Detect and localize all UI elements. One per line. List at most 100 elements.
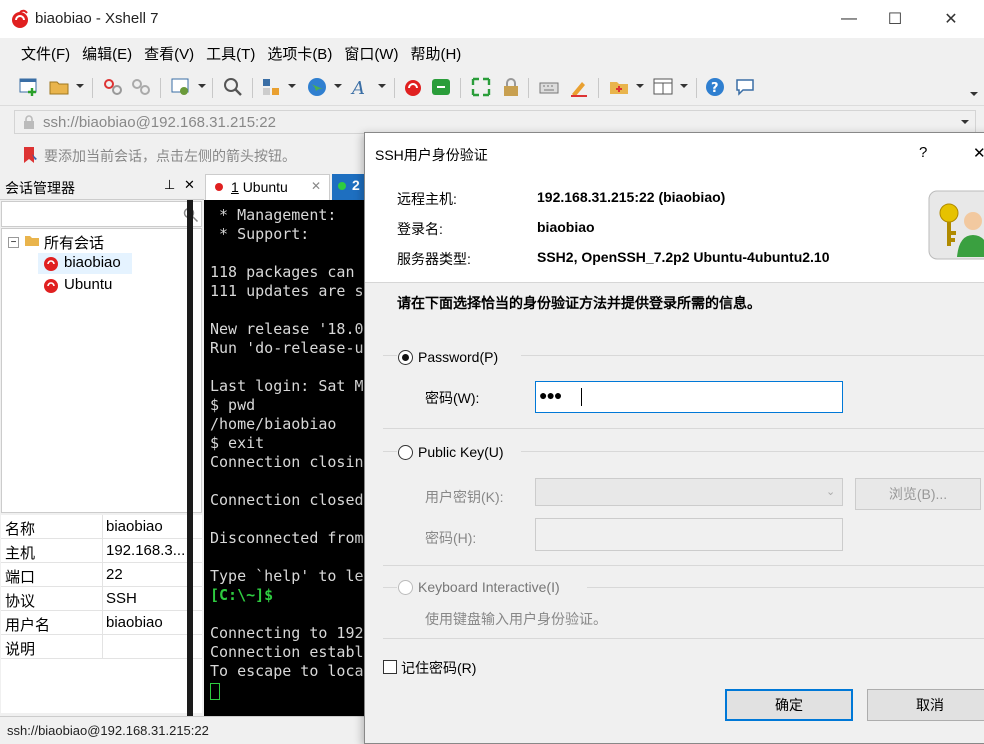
find-icon[interactable] <box>222 76 244 98</box>
terminal-line: Connection closed <box>210 491 364 509</box>
tab-ubuntu[interactable]: 1 Ubuntu ✕ <box>205 174 330 200</box>
tree-item-biaobiao[interactable]: biaobiao <box>64 254 121 271</box>
transfer-icon[interactable] <box>260 76 282 98</box>
tab-close-icon[interactable]: ✕ <box>311 179 321 193</box>
chevron-down-icon[interactable] <box>334 84 342 88</box>
chevron-down-icon[interactable] <box>636 84 644 88</box>
keyboard-interactive-option-label[interactable]: Keyboard Interactive(I) <box>418 579 560 595</box>
password-label: 密码(W): <box>425 390 480 406</box>
ok-button[interactable]: 确定 <box>725 689 853 721</box>
xshell-icon[interactable] <box>402 76 424 98</box>
menu-file[interactable]: 文件(F) <box>15 43 76 64</box>
terminal-cursor <box>210 683 220 700</box>
property-row: 用户名 biaobiao <box>1 611 202 635</box>
dialog-close-button[interactable]: ✕ <box>973 144 984 162</box>
remote-host-value: 192.168.31.215:22 (biaobiao) <box>537 189 726 205</box>
minimize-button[interactable]: — <box>826 0 872 38</box>
help-button[interactable]: ? <box>919 144 927 161</box>
property-row: 协议 SSH <box>1 587 202 611</box>
chevron-down-icon[interactable] <box>198 84 206 88</box>
passphrase-field[interactable] <box>535 518 843 551</box>
browse-button[interactable]: 浏览(B)... <box>855 478 981 510</box>
public-key-radio[interactable] <box>398 445 413 460</box>
user-key-select[interactable]: ⌄ <box>535 478 843 506</box>
keyboard-icon[interactable] <box>538 76 560 98</box>
new-session-icon[interactable] <box>18 76 40 98</box>
lock-icon <box>24 115 34 129</box>
chevron-down-icon[interactable] <box>680 84 688 88</box>
terminal-line: Last login: Sat M <box>210 377 364 395</box>
help-icon[interactable]: ? <box>704 76 726 98</box>
terminal-scrollbar[interactable] <box>187 200 193 716</box>
public-key-option-label[interactable]: Public Key(U) <box>418 444 504 460</box>
xshell-session-icon <box>44 279 58 293</box>
tab-label: 2 <box>352 177 360 193</box>
menu-help[interactable]: 帮助(H) <box>404 43 467 64</box>
reconnect-icon[interactable] <box>130 76 152 98</box>
server-type-value: SSH2, OpenSSH_7.2p2 Ubuntu-4ubuntu2.10 <box>537 249 830 265</box>
chevron-down-icon[interactable] <box>961 120 969 124</box>
layout-icon[interactable] <box>652 76 674 98</box>
compose-icon[interactable] <box>608 76 630 98</box>
tree-root-all-sessions[interactable]: 所有会话 <box>44 232 104 253</box>
chevron-down-icon[interactable] <box>378 84 386 88</box>
property-row: 端口 22 <box>1 563 202 587</box>
session-search-input[interactable] <box>1 201 202 227</box>
remember-password-label[interactable]: 记住密码(R) <box>401 658 476 678</box>
chevron-down-icon[interactable] <box>76 84 84 88</box>
tab-number: 1 <box>231 179 239 195</box>
menu-window[interactable]: 窗口(W) <box>338 43 404 64</box>
password-field[interactable]: ●●● <box>535 381 843 413</box>
address-bar[interactable]: ssh://biaobiao@192.168.31.215:22 <box>14 110 976 134</box>
password-value: ●●● <box>539 387 562 403</box>
chevron-down-icon[interactable] <box>970 92 978 96</box>
hint-text: 要添加当前会话，点击左侧的箭头按钮。 <box>44 148 296 164</box>
menu-tabs[interactable]: 选项卡(B) <box>261 43 338 64</box>
properties-icon[interactable] <box>170 76 192 98</box>
collapse-toggle[interactable]: − <box>8 237 19 248</box>
close-icon[interactable]: ✕ <box>184 177 195 193</box>
menu-tools[interactable]: 工具(T) <box>200 43 261 64</box>
user-key-icon <box>928 190 984 260</box>
globe-icon[interactable] <box>306 76 328 98</box>
xftp-icon[interactable] <box>430 76 452 98</box>
close-button[interactable]: ✕ <box>928 0 974 38</box>
remember-password-checkbox[interactable] <box>383 660 397 674</box>
terminal-line: Connection closin <box>210 453 364 471</box>
property-row: 主机 192.168.3... <box>1 539 202 563</box>
dialog-title: SSH用户身份验证 <box>375 147 488 163</box>
cancel-button[interactable]: 取消 <box>867 689 984 721</box>
terminal-line: Run 'do-release-u <box>210 339 364 357</box>
chat-icon[interactable] <box>734 76 756 98</box>
session-manager-header: 会话管理器 ⊥ ✕ <box>0 173 204 200</box>
lock-icon[interactable] <box>500 76 522 98</box>
font-icon[interactable]: A <box>350 76 372 98</box>
login-label: 登录名: <box>397 221 443 237</box>
pin-icon[interactable]: ⊥ <box>164 177 175 193</box>
property-row: 名称 biaobiao <box>1 515 202 539</box>
xshell-session-icon <box>44 257 58 271</box>
chevron-down-icon[interactable] <box>288 84 296 88</box>
password-radio[interactable] <box>398 350 413 365</box>
password-option-label[interactable]: Password(P) <box>418 349 498 365</box>
maximize-button[interactable]: ☐ <box>872 0 918 38</box>
tab-label: Ubuntu <box>242 179 288 195</box>
window-title: biaobiao - Xshell 7 <box>35 10 159 27</box>
terminal-line: 111 updates are s <box>210 282 364 300</box>
xshell-logo-icon <box>12 9 28 28</box>
session-tree: − 所有会话 biaobiao Ubuntu <box>1 228 202 513</box>
menu-view[interactable]: 查看(V) <box>138 43 200 64</box>
tree-item-ubuntu[interactable]: Ubuntu <box>64 276 112 293</box>
highlight-icon[interactable] <box>568 76 590 98</box>
terminal[interactable]: * Management: * Support: 118 packages can… <box>204 200 384 716</box>
terminal-line: * Management: <box>210 206 337 224</box>
bookmark-arrow-icon[interactable] <box>22 146 38 164</box>
address-input[interactable]: ssh://biaobiao@192.168.31.215:22 <box>43 114 276 131</box>
keyboard-interactive-radio[interactable] <box>398 580 413 595</box>
menu-edit[interactable]: 编辑(E) <box>76 43 138 64</box>
fullscreen-icon[interactable] <box>470 76 492 98</box>
user-key-label: 用户密钥(K): <box>425 489 504 505</box>
open-folder-icon[interactable] <box>48 76 70 98</box>
menu-bar: 文件(F) 编辑(E) 查看(V) 工具(T) 选项卡(B) 窗口(W) 帮助(… <box>0 38 984 68</box>
disconnect-icon[interactable] <box>102 76 124 98</box>
